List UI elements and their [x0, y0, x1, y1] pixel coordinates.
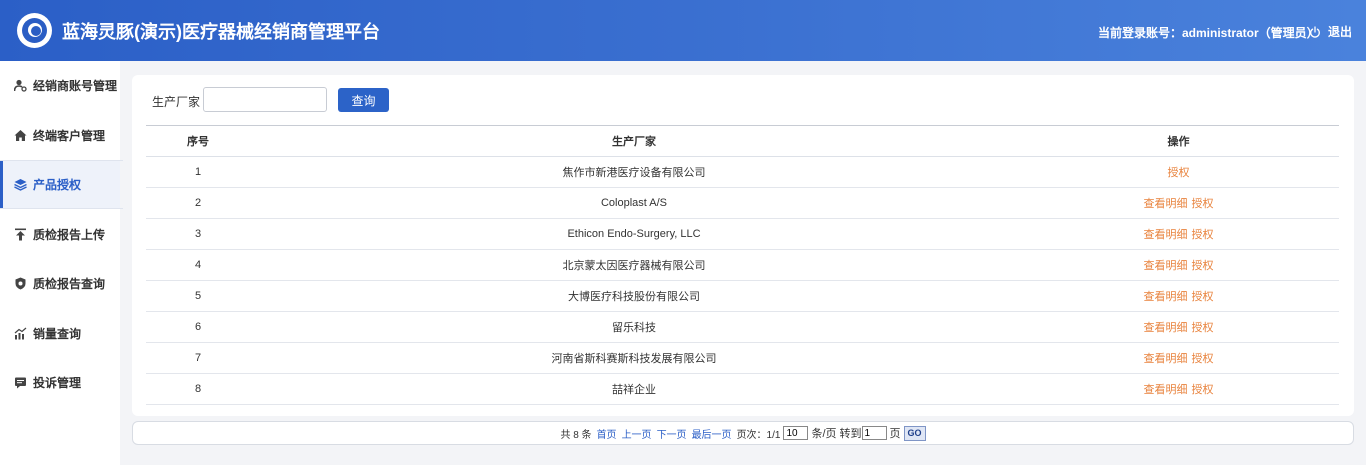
page-size-input[interactable]	[783, 426, 809, 440]
next-page-link[interactable]: 下一页	[657, 426, 687, 441]
manufacturer-name: 留乐科技	[250, 311, 1018, 343]
column-header-manufacturer: 生产厂家	[250, 125, 1018, 157]
row-actions: 查看明细 授权	[1018, 280, 1339, 312]
manufacturer-label: 生产厂家	[152, 95, 201, 109]
sidebar-item-terminal-customers[interactable]: 终端客户管理	[0, 111, 120, 160]
query-button[interactable]: 查询	[338, 88, 389, 112]
sidebar: 经销商账号管理 终端客户管理 产品授权 质检报告上传 质检报告查询 销量查询 投…	[0, 61, 123, 465]
manufacturer-name: 河南省斯科赛斯科技发展有限公司	[250, 342, 1018, 374]
row-number: 1	[146, 156, 250, 188]
table-row: 2 Coloplast A/S 查看明细 授权	[146, 187, 1339, 219]
column-header-actions: 操作	[1018, 125, 1339, 157]
table-row: 7 河南省斯科赛斯科技发展有限公司 查看明细 授权	[146, 342, 1339, 374]
manufacturer-name: 喆祥企业	[250, 373, 1018, 405]
upload-icon	[14, 228, 27, 241]
manufacturer-name: Coloplast A/S	[250, 187, 1018, 219]
view-details-link[interactable]: 查看明细	[1144, 353, 1188, 365]
manufacturer-name: Ethicon Endo-Surgery, LLC	[250, 218, 1018, 250]
page-unit-label: 页	[889, 428, 901, 440]
row-actions: 查看明细 授权	[1018, 373, 1339, 405]
view-details-link[interactable]: 查看明细	[1144, 229, 1188, 241]
first-page-link[interactable]: 首页	[597, 426, 617, 441]
sidebar-item-complaint-management[interactable]: 投诉管理	[0, 358, 120, 407]
sidebar-item-dealer-accounts[interactable]: 经销商账号管理	[0, 61, 120, 110]
power-icon	[1310, 25, 1320, 38]
row-actions: 授权	[1018, 156, 1339, 188]
manufacturer-name: 北京蒙太因医疗器械有限公司	[250, 249, 1018, 281]
manufacturer-name: 焦作市新港医疗设备有限公司	[250, 156, 1018, 188]
goto-label: 转到	[839, 428, 862, 440]
bar-chart-icon	[14, 327, 27, 340]
authorize-link[interactable]: 授权	[1192, 384, 1214, 396]
sidebar-item-label: 投诉管理	[33, 376, 82, 390]
table-row: 3 Ethicon Endo-Surgery, LLC 查看明细 授权	[146, 218, 1339, 250]
view-details-link[interactable]: 查看明细	[1144, 384, 1188, 396]
main-panel: 生产厂家 查询 序号 生产厂家 操作 1 焦作市新港医疗设备有限公司 授权 2 Colo…	[132, 75, 1354, 416]
row-number: 4	[146, 249, 250, 281]
table-row: 1 焦作市新港医疗设备有限公司 授权	[146, 156, 1339, 188]
sidebar-item-label: 销量查询	[33, 327, 82, 341]
message-icon	[14, 376, 27, 389]
row-actions: 查看明细 授权	[1018, 311, 1339, 343]
row-actions: 查看明细 授权	[1018, 218, 1339, 250]
user-gear-icon	[14, 79, 27, 92]
table-row: 5 大博医疗科技股份有限公司 查看明细 授权	[146, 280, 1339, 312]
view-details-link[interactable]: 查看明细	[1144, 291, 1188, 303]
sidebar-item-qc-report-upload[interactable]: 质检报告上传	[0, 210, 120, 259]
authorize-link[interactable]: 授权	[1192, 322, 1214, 334]
column-header-no: 序号	[146, 125, 250, 157]
dolphin-logo-icon	[17, 13, 52, 48]
authorize-link[interactable]: 授权	[1192, 353, 1214, 365]
authorize-link[interactable]: 授权	[1168, 167, 1190, 179]
layers-icon	[14, 178, 27, 191]
table-row: 6 留乐科技 查看明细 授权	[146, 311, 1339, 343]
sidebar-item-label: 产品授权	[33, 178, 82, 192]
manufacturer-search-input[interactable]	[203, 87, 327, 112]
view-details-link[interactable]: 查看明细	[1144, 198, 1188, 210]
manufacturer-name: 大博医疗科技股份有限公司	[250, 280, 1018, 312]
row-number: 3	[146, 218, 250, 250]
goto-page-input[interactable]	[861, 426, 887, 440]
sidebar-item-label: 终端客户管理	[33, 129, 106, 143]
prev-page-link[interactable]: 上一页	[622, 426, 652, 441]
authorize-link[interactable]: 授权	[1192, 198, 1214, 210]
authorize-link[interactable]: 授权	[1192, 260, 1214, 272]
row-actions: 查看明细 授权	[1018, 342, 1339, 374]
home-icon	[14, 129, 27, 142]
app-title: 蓝海灵豚(演示)医疗器械经销商管理平台	[62, 22, 380, 42]
view-details-link[interactable]: 查看明细	[1144, 260, 1188, 272]
sidebar-item-product-authorization[interactable]: 产品授权	[0, 160, 123, 209]
row-actions: 查看明细 授权	[1018, 249, 1339, 281]
row-number: 7	[146, 342, 250, 374]
go-button[interactable]: GO	[903, 425, 926, 441]
row-number: 8	[146, 373, 250, 405]
sidebar-item-sales-query[interactable]: 销量查询	[0, 309, 120, 358]
row-number: 5	[146, 280, 250, 312]
current-user-info: 当前登录账号：administrator（管理员）	[1098, 26, 1319, 40]
top-header: 蓝海灵豚(演示)医疗器械经销商管理平台 当前登录账号：administrator…	[0, 0, 1366, 61]
row-number: 2	[146, 187, 250, 219]
pagination-bar: 共 8 条 首页 上一页 下一页 最后一页 页次：1/1 条/页 转到 页 GO	[132, 421, 1354, 445]
shield-icon	[14, 277, 27, 290]
table-row: 4 北京蒙太因医疗器械有限公司 查看明细 授权	[146, 249, 1339, 281]
row-actions: 查看明细 授权	[1018, 187, 1339, 219]
view-details-link[interactable]: 查看明细	[1144, 322, 1188, 334]
logout-button[interactable]: 退出	[1309, 23, 1352, 40]
table-row: 8 喆祥企业 查看明细 授权	[146, 373, 1339, 405]
total-count: 共 8 条	[560, 429, 592, 441]
last-page-link[interactable]: 最后一页	[692, 426, 732, 441]
per-page-label: 条/页	[811, 428, 837, 440]
sidebar-item-qc-report-query[interactable]: 质检报告查询	[0, 259, 120, 308]
page-info: 页次：1/1	[736, 429, 781, 441]
logout-label: 退出	[1328, 25, 1353, 39]
authorize-link[interactable]: 授权	[1192, 291, 1214, 303]
row-number: 6	[146, 311, 250, 343]
authorize-link[interactable]: 授权	[1192, 229, 1214, 241]
table-header-row: 序号 生产厂家 操作	[146, 125, 1339, 157]
sidebar-item-label: 质检报告查询	[33, 277, 106, 291]
sidebar-item-label: 经销商账号管理	[33, 79, 118, 93]
authorization-table: 序号 生产厂家 操作 1 焦作市新港医疗设备有限公司 授权 2 Coloplast A/…	[146, 125, 1339, 405]
sidebar-item-label: 质检报告上传	[33, 228, 106, 242]
